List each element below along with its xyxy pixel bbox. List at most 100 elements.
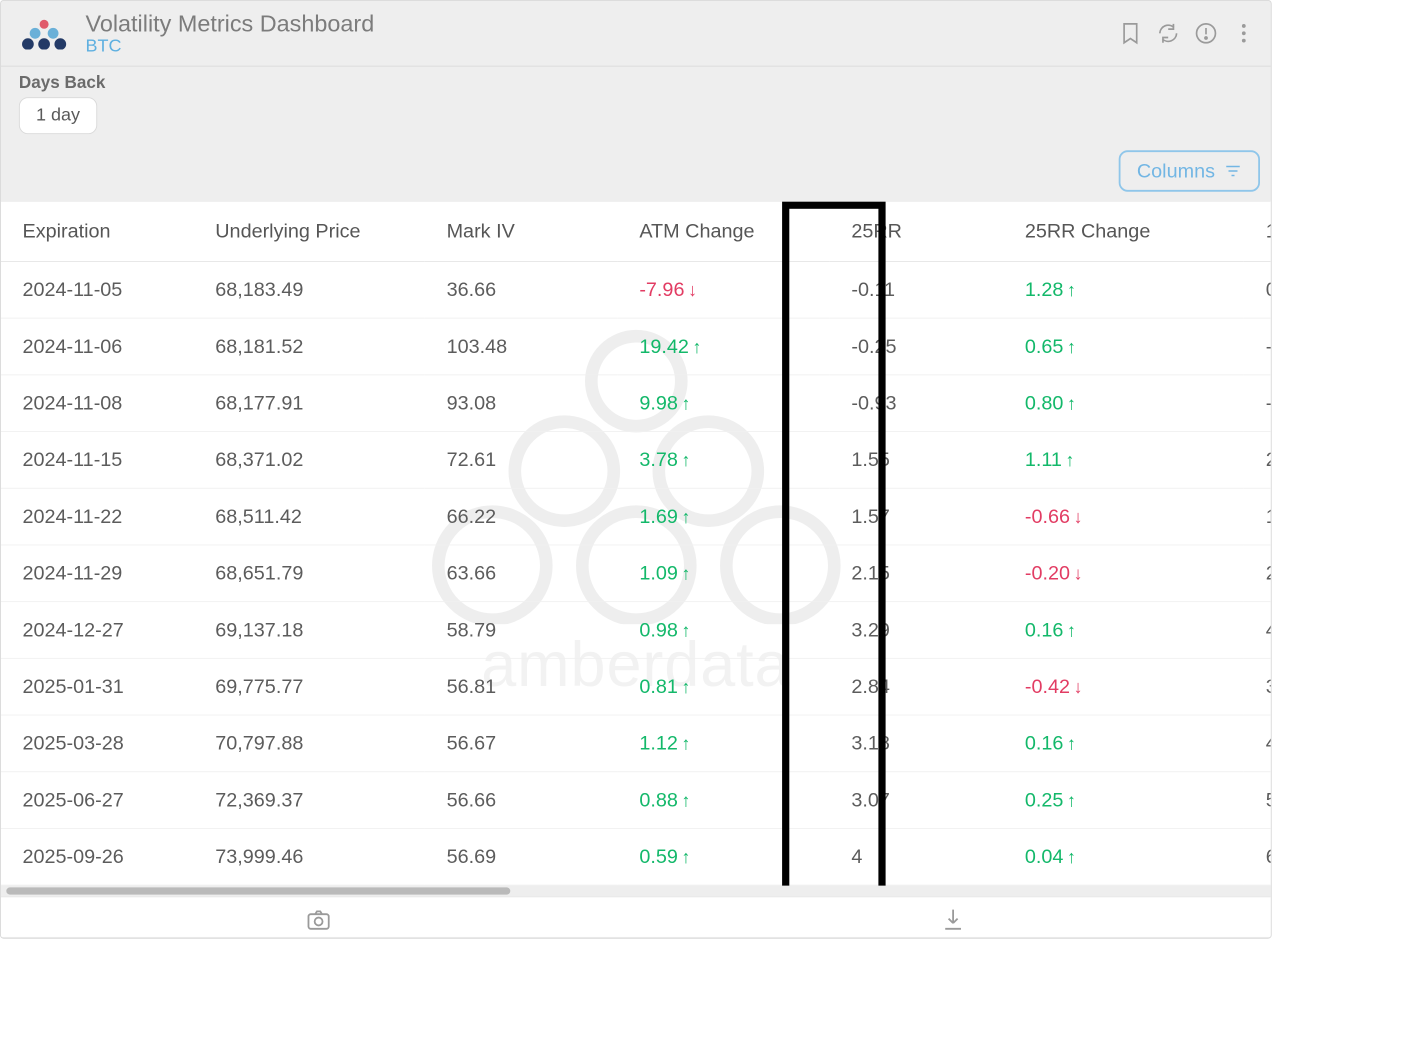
cell-mark-iv: 36.66 (425, 261, 618, 318)
cell-mark-iv: 63.66 (425, 545, 618, 602)
cell-atm-change: 1.09↑ (618, 545, 830, 602)
cell-mark-iv: 56.69 (425, 828, 618, 885)
download-icon[interactable] (940, 906, 967, 933)
cell-atm-change: 0.59↑ (618, 828, 830, 885)
table-row[interactable]: 2024-11-2968,651.7963.661.09↑2.15-0.20↓2… (1, 545, 1271, 602)
col-expiration[interactable]: Expiration (1, 202, 194, 262)
screenshot-icon[interactable] (305, 906, 332, 933)
cell-underlying: 70,797.88 (194, 715, 425, 772)
cell-expiration: 2024-11-15 (1, 432, 194, 489)
bookmark-icon[interactable] (1118, 21, 1143, 46)
cell-15f: 3.7 (1244, 658, 1271, 715)
table-row[interactable]: 2025-09-2673,999.4656.690.59↑40.04↑6.11 (1, 828, 1271, 885)
cell-atm-change: 19.42↑ (618, 318, 830, 375)
cell-15f: 2.02 (1244, 432, 1271, 489)
col-25rr[interactable]: 25RR (830, 202, 1003, 262)
cell-mark-iv: 56.67 (425, 715, 618, 772)
cell-expiration: 2024-11-06 (1, 318, 194, 375)
cell-atm-change: 3.78↑ (618, 432, 830, 489)
cell-underlying: 68,181.52 (194, 318, 425, 375)
table-header-row: Expiration Underlying Price Mark IV ATM … (1, 202, 1271, 262)
horizontal-scrollbar[interactable] (1, 886, 1271, 897)
cell-atm-change: 9.98↑ (618, 375, 830, 432)
table-row[interactable]: 2024-11-0868,177.9193.089.98↑-0.930.80↑-… (1, 375, 1271, 432)
cell-atm-change: 0.81↑ (618, 658, 830, 715)
cell-25rr-change: 0.80↑ (1003, 375, 1244, 432)
table-row[interactable]: 2024-11-2268,511.4266.221.69↑1.57-0.66↓1… (1, 488, 1271, 545)
refresh-icon[interactable] (1156, 21, 1181, 46)
cell-25rr-change: -0.20↓ (1003, 545, 1244, 602)
table-row[interactable]: 2025-06-2772,369.3756.660.88↑3.070.25↑5.… (1, 772, 1271, 829)
col-15f[interactable]: 15F (1244, 202, 1271, 262)
header-actions (1118, 21, 1257, 46)
cell-expiration: 2024-11-05 (1, 261, 194, 318)
cell-25rr-change: 0.16↑ (1003, 602, 1244, 659)
cell-atm-change: 0.98↑ (618, 602, 830, 659)
cell-25rr-change: -0.42↓ (1003, 658, 1244, 715)
cell-underlying: 73,999.46 (194, 828, 425, 885)
cell-25rr: 3.18 (830, 715, 1003, 772)
dashboard-panel: Volatility Metrics Dashboard BTC Days Ba… (0, 0, 1272, 939)
cell-25rr-change: 1.28↑ (1003, 261, 1244, 318)
cell-expiration: 2025-09-26 (1, 828, 194, 885)
columns-button-label: Columns (1137, 159, 1215, 182)
cell-expiration: 2025-03-28 (1, 715, 194, 772)
col-underlying-price[interactable]: Underlying Price (194, 202, 425, 262)
cell-expiration: 2024-12-27 (1, 602, 194, 659)
scrollbar-thumb[interactable] (6, 887, 510, 894)
table-row[interactable]: 2025-03-2870,797.8856.671.12↑3.180.16↑4.… (1, 715, 1271, 772)
col-atm-change[interactable]: ATM Change (618, 202, 830, 262)
cell-underlying: 69,137.18 (194, 602, 425, 659)
cell-25rr-change: 0.16↑ (1003, 715, 1244, 772)
cell-15f: 4.64 (1244, 715, 1271, 772)
cell-25rr-change: 0.04↑ (1003, 828, 1244, 885)
alert-icon[interactable] (1193, 21, 1218, 46)
col-mark-iv[interactable]: Mark IV (425, 202, 618, 262)
columns-row: Columns (1, 134, 1271, 201)
cell-25rr-change: 0.65↑ (1003, 318, 1244, 375)
cell-atm-change: 1.69↑ (618, 488, 830, 545)
columns-filter-icon (1224, 162, 1242, 180)
cell-underlying: 69,775.77 (194, 658, 425, 715)
table-row[interactable]: 2024-12-2769,137.1858.790.98↑3.290.16↑4.… (1, 602, 1271, 659)
cell-15f: -1.8 (1244, 375, 1271, 432)
header-bar: Volatility Metrics Dashboard BTC (1, 1, 1271, 67)
cell-expiration: 2024-11-29 (1, 545, 194, 602)
more-icon[interactable] (1231, 21, 1256, 46)
cell-expiration: 2025-06-27 (1, 772, 194, 829)
cell-25rr: -0.25 (830, 318, 1003, 375)
amberdata-logo-icon (19, 17, 69, 49)
cell-mark-iv: 56.66 (425, 772, 618, 829)
table-row[interactable]: 2024-11-0568,183.4936.66-7.96↓-0.111.28↑… (1, 261, 1271, 318)
cell-atm-change: 0.88↑ (618, 772, 830, 829)
table-row[interactable]: 2024-11-1568,371.0272.613.78↑1.551.11↑2.… (1, 432, 1271, 489)
cell-25rr: 2.84 (830, 658, 1003, 715)
cell-expiration: 2024-11-08 (1, 375, 194, 432)
table-wrapper: amberdata Expiration Underlying Price Ma… (1, 201, 1271, 886)
cell-15f: 1.49 (1244, 488, 1271, 545)
cell-15f: 2.43 (1244, 545, 1271, 602)
table-row[interactable]: 2024-11-0668,181.52103.4819.42↑-0.250.65… (1, 318, 1271, 375)
cell-25rr: 3.29 (830, 602, 1003, 659)
cell-25rr-change: 0.25↑ (1003, 772, 1244, 829)
col-25rr-change[interactable]: 25RR Change (1003, 202, 1244, 262)
cell-underlying: 68,511.42 (194, 488, 425, 545)
cell-mark-iv: 72.61 (425, 432, 618, 489)
days-back-select[interactable]: 1 day (19, 97, 97, 134)
cell-mark-iv: 58.79 (425, 602, 618, 659)
cell-atm-change: -7.96↓ (618, 261, 830, 318)
table-row[interactable]: 2025-01-3169,775.7756.810.81↑2.84-0.42↓3… (1, 658, 1271, 715)
controls-row: Days Back 1 day (1, 67, 1271, 134)
cell-25rr: 4 (830, 828, 1003, 885)
page-title: Volatility Metrics Dashboard (86, 10, 1118, 38)
cell-underlying: 68,651.79 (194, 545, 425, 602)
cell-15f: 6.11 (1244, 828, 1271, 885)
cell-25rr: 3.07 (830, 772, 1003, 829)
cell-25rr: 1.55 (830, 432, 1003, 489)
footer-bar (1, 896, 1271, 937)
cell-underlying: 68,183.49 (194, 261, 425, 318)
cell-underlying: 72,369.37 (194, 772, 425, 829)
columns-button[interactable]: Columns (1119, 150, 1260, 191)
cell-mark-iv: 56.81 (425, 658, 618, 715)
cell-25rr: 2.15 (830, 545, 1003, 602)
